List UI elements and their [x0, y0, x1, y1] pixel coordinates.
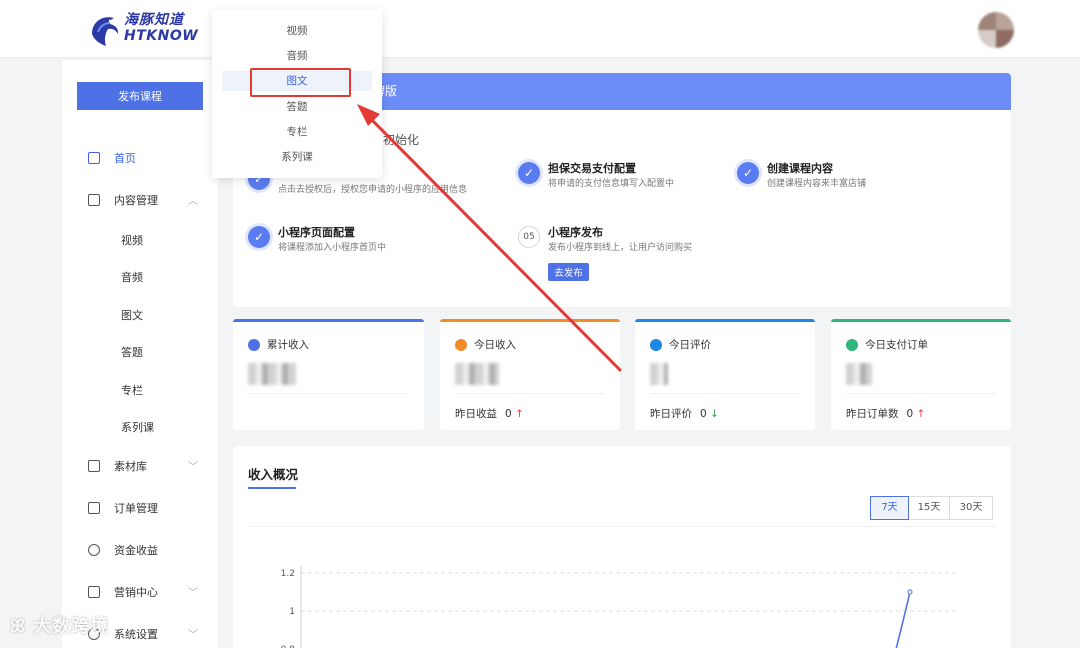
top-header: 海豚知道 HTKNOW — [0, 0, 1080, 58]
sidebar: 发布课程 首页 内容管理 ︿ 视频 音频 图文 答题 专栏 系列课 素材库 ﹀ … — [62, 60, 218, 648]
dropdown-item-column[interactable]: 专栏 — [212, 122, 382, 142]
logo[interactable]: 海豚知道 HTKNOW — [88, 10, 198, 50]
step-title: 小程序发布 — [548, 226, 603, 239]
sidebar-item-funds[interactable]: 资金收益 — [88, 540, 208, 560]
stat-card-total-income: 累计收入 — [233, 319, 424, 430]
step-title: 担保交易支付配置 — [548, 162, 636, 175]
arrow-up-icon: ↑ — [515, 408, 524, 420]
sidebar-item-content[interactable]: 内容管理 ︿ — [88, 190, 208, 210]
dropdown-item-audio[interactable]: 音频 — [212, 46, 382, 66]
chevron-up-icon: ︿ — [188, 196, 198, 207]
step-number: 05 — [518, 226, 540, 248]
logo-cn-text: 海豚知道 — [124, 12, 184, 28]
sidebar-item-label: 内容管理 — [114, 194, 158, 207]
sidebar-item-label: 资金收益 — [114, 544, 158, 557]
sidebar-item-marketing[interactable]: 营销中心 ﹀ — [88, 582, 208, 602]
sidebar-item-assets[interactable]: 素材库 ﹀ — [88, 456, 208, 476]
stat-title: 今日评价 — [669, 339, 711, 351]
step-title: 小程序页面配置 — [278, 226, 355, 239]
y-tick-label: 1 — [289, 607, 295, 617]
chevron-down-icon: ﹀ — [188, 630, 198, 641]
chart-icon — [248, 338, 260, 351]
stat-card-today-orders: 今日支付订单 昨日订单数 0 ↑ — [831, 319, 1011, 430]
sidebar-item-home[interactable]: 首页 — [88, 148, 208, 168]
folder-icon — [88, 460, 100, 472]
stat-title: 累计收入 — [267, 339, 309, 351]
income-line-chart: 1.210.8 — [281, 566, 958, 648]
stat-footer: 昨日评价 0 ↓ — [650, 408, 719, 420]
blurred-value — [650, 363, 668, 385]
avatar[interactable] — [978, 12, 1014, 48]
dolphin-logo-icon — [92, 17, 119, 46]
stat-title: 今日支付订单 — [865, 339, 928, 351]
sidebar-item-orders[interactable]: 订单管理 — [88, 498, 208, 518]
dropdown-item-series[interactable]: 系列课 — [212, 147, 382, 167]
home-icon — [88, 152, 100, 164]
tab-7-days[interactable]: 7天 — [870, 496, 909, 520]
arrow-down-icon: ↓ — [710, 408, 719, 420]
go-publish-button[interactable]: 去发布 — [548, 263, 589, 281]
stat-card-today-income: 今日收入 昨日收益 0 ↑ — [440, 319, 620, 430]
stat-card-today-reviews: 今日评价 昨日评价 0 ↓ — [635, 319, 815, 430]
series-line — [895, 591, 911, 648]
stat-footer: 昨日订单数 0 ↑ — [846, 408, 926, 420]
income-overview-card: 收入概况 7天 15天 30天 1.210.8 — [233, 446, 1011, 648]
chart-icon — [455, 338, 467, 351]
sidebar-subitem-article[interactable]: 图文 — [121, 307, 143, 323]
step-desc: 将申请的支付信息填写入配置中 — [548, 179, 675, 189]
publish-course-button[interactable]: 发布课程 — [77, 82, 203, 110]
stat-footer: 昨日收益 0 ↑ — [455, 408, 524, 420]
check-icon: ✓ — [737, 162, 759, 184]
blurred-value — [455, 363, 499, 385]
heart-icon — [650, 338, 662, 351]
step-desc: 点击去授权后，授权您申请的小程序的应用信息 — [278, 185, 468, 195]
watermark-logo-icon: ꕤ — [10, 616, 26, 637]
sidebar-item-label: 系统设置 — [114, 628, 158, 641]
sidebar-item-label: 营销中心 — [114, 586, 158, 599]
guide-subtitle: 初始化 — [383, 133, 420, 147]
watermark: ꕤ 大数跨境 — [10, 616, 110, 637]
money-bag-icon — [88, 544, 100, 556]
sidebar-subitem-series[interactable]: 系列课 — [121, 419, 154, 435]
logo-en-text: HTKNOW — [124, 28, 199, 44]
sidebar-subitem-quiz[interactable]: 答题 — [121, 344, 143, 360]
document-icon — [88, 194, 100, 206]
sidebar-item-label: 素材库 — [114, 460, 147, 473]
sidebar-subitem-video[interactable]: 视频 — [121, 232, 143, 248]
gift-icon — [88, 586, 100, 598]
chevron-down-icon: ﹀ — [188, 462, 198, 473]
arrow-up-icon: ↑ — [916, 408, 926, 420]
highlight-box — [250, 68, 351, 97]
sidebar-item-label: 首页 — [114, 152, 136, 165]
step-desc: 将课程添加入小程序首页中 — [278, 243, 387, 253]
y-tick-label: 1.2 — [281, 569, 295, 579]
sidebar-subitem-audio[interactable]: 音频 — [121, 269, 143, 285]
order-icon — [846, 338, 858, 351]
dropdown-item-video[interactable]: 视频 — [212, 21, 382, 41]
sidebar-subitem-column[interactable]: 专栏 — [121, 382, 143, 398]
stat-title: 今日收入 — [474, 339, 516, 351]
step-desc: 发布小程序到线上，让用户访问购买 — [548, 243, 693, 253]
blurred-value — [248, 363, 296, 385]
chevron-down-icon: ﹀ — [188, 588, 198, 599]
check-icon: ✓ — [518, 162, 540, 184]
clipboard-icon — [88, 502, 100, 514]
sidebar-item-label: 订单管理 — [114, 502, 158, 515]
data-point — [907, 589, 913, 595]
step-title: 创建课程内容 — [767, 162, 833, 175]
blurred-value — [846, 363, 872, 385]
step-desc: 创建课程内容来丰富店铺 — [767, 179, 867, 189]
dropdown-item-quiz[interactable]: 答题 — [212, 97, 382, 117]
check-icon: ✓ — [248, 226, 270, 248]
